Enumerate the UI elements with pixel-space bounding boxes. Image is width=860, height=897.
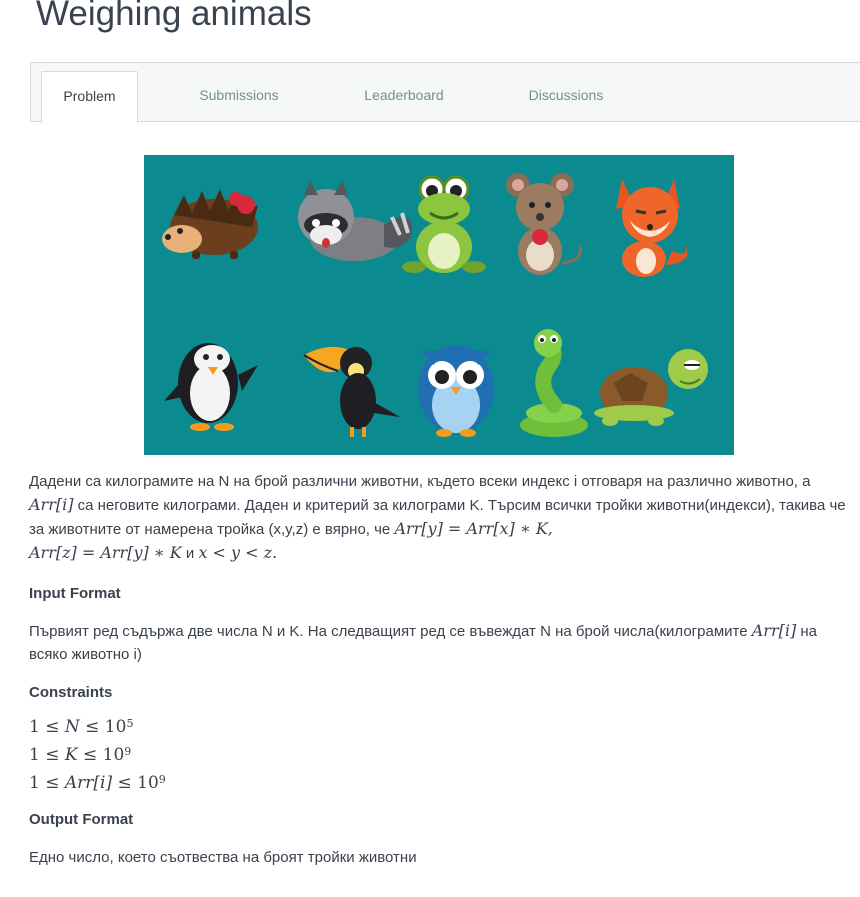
turtle-icon bbox=[594, 349, 708, 426]
input-format-text-a: Първият ред съдържа две числа N и K. На … bbox=[29, 623, 752, 640]
statement-and: и bbox=[181, 545, 199, 562]
tab-discussions[interactable]: Discussions bbox=[509, 71, 623, 123]
math-arr-i: Arr[i] bbox=[29, 495, 74, 514]
statement-text: Дадени са килограмите на N на брой разли… bbox=[29, 473, 811, 490]
page-title: Weighing animals bbox=[36, 0, 312, 33]
hedgehog-icon bbox=[162, 189, 258, 259]
snake-icon bbox=[520, 329, 588, 437]
tab-bar: Problem Submissions Leaderboard Discussi… bbox=[30, 62, 860, 124]
math-arr-i-2: Arr[i] bbox=[751, 621, 797, 640]
math-equation-2: Arr[z] = Arr[y] ∗ K bbox=[29, 543, 182, 562]
frog-icon bbox=[402, 175, 486, 273]
constraint-n: 1 ≤ N ≤ 105 bbox=[29, 717, 134, 737]
animals-illustration bbox=[144, 155, 734, 455]
owl-icon bbox=[418, 345, 494, 437]
tab-submissions[interactable]: Submissions bbox=[181, 71, 297, 123]
toucan-icon bbox=[303, 346, 400, 437]
input-format-heading: Input Format bbox=[29, 585, 121, 602]
constraints-list: 1 ≤ N ≤ 105 1 ≤ K ≤ 109 1 ≤ Arr[i] ≤ 109 bbox=[29, 713, 859, 797]
raccoon-icon bbox=[298, 181, 413, 261]
tab-leaderboard[interactable]: Leaderboard bbox=[345, 71, 463, 123]
constraint-k: 1 ≤ K ≤ 109 bbox=[29, 745, 132, 765]
constraints-heading: Constraints bbox=[29, 684, 113, 701]
tab-problem[interactable]: Problem bbox=[41, 71, 138, 124]
penguin-icon bbox=[164, 343, 258, 431]
input-format-text: Първият ред съдържа две числа N и K. На … bbox=[29, 619, 859, 666]
math-equation-3: x < y < z. bbox=[198, 543, 278, 562]
fox-icon bbox=[616, 179, 688, 277]
problem-statement: Дадени са килограмите на N на брой разли… bbox=[29, 470, 859, 565]
mouse-icon bbox=[506, 173, 583, 275]
constraint-arr: 1 ≤ Arr[i] ≤ 109 bbox=[29, 773, 166, 793]
output-format-text: Едно число, което съотвества на броят тр… bbox=[29, 849, 417, 866]
output-format-heading: Output Format bbox=[29, 811, 134, 828]
math-equation-1: Arr[y] = Arr[x] ∗ K, bbox=[394, 519, 553, 538]
